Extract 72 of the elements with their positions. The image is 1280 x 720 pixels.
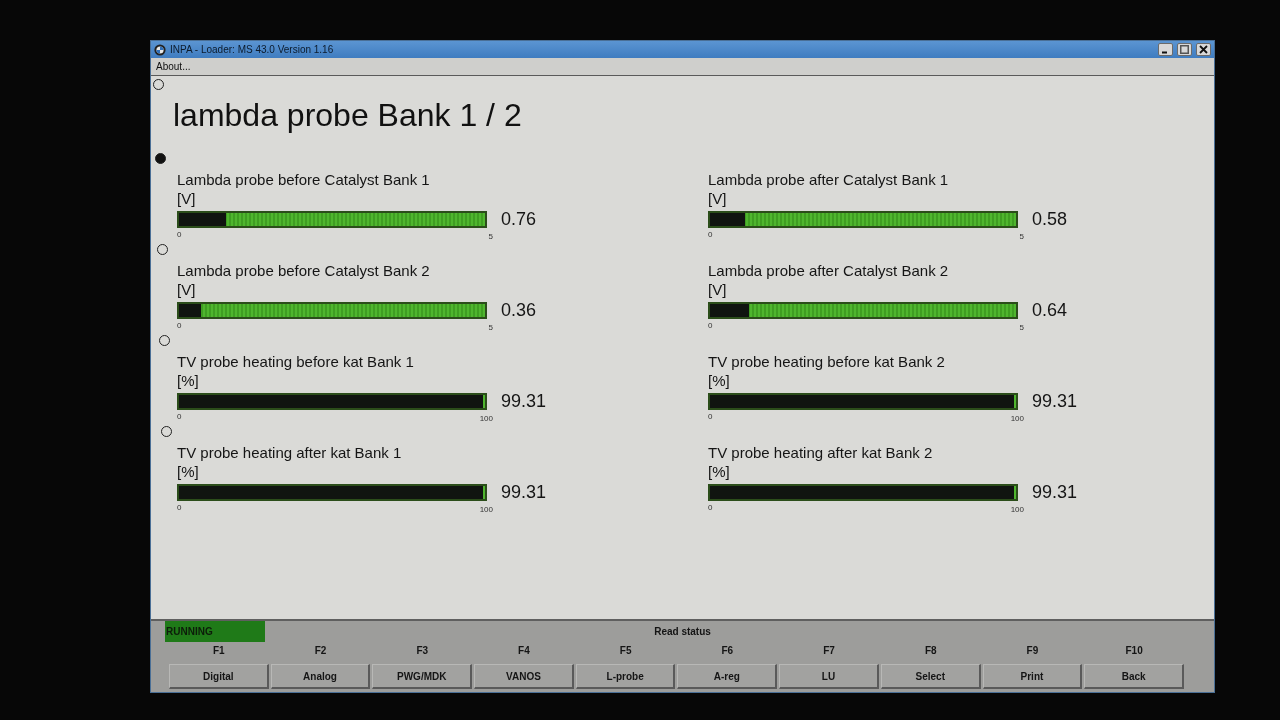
scale-max-label: 5: [488, 232, 493, 242]
gauge-value: 0.76: [501, 208, 537, 230]
gauge-label: Lambda probe before Catalyst Bank 2: [177, 261, 430, 280]
scale-max-label: 5: [488, 323, 493, 333]
page-heading: lambda probe Bank 1 / 2: [173, 96, 523, 134]
menu-item[interactable]: About...: [155, 61, 192, 72]
gauge-value: 99.31: [1032, 481, 1078, 503]
scale-max-label: 100: [1010, 505, 1024, 515]
function-button[interactable]: Back: [1084, 664, 1184, 689]
key-label: F1: [213, 644, 225, 658]
key-label: F8: [924, 644, 937, 658]
unit-label: [V]: [177, 189, 196, 208]
gauge-label: Lambda probe before Catalyst Bank 1: [177, 170, 430, 189]
scale-min-label: 0: [177, 230, 182, 240]
function-button[interactable]: LU: [779, 664, 879, 689]
key-label: F10: [1125, 644, 1143, 658]
scale-max-label: 5: [1019, 232, 1024, 242]
function-button[interactable]: VANOS: [474, 664, 574, 689]
function-button[interactable]: PWG/MDK: [372, 664, 473, 689]
unit-label: [%]: [708, 462, 730, 481]
minimize-button[interactable]: [1158, 43, 1173, 56]
key-label: F5: [619, 644, 632, 658]
key-label: F6: [721, 644, 734, 658]
scale-max-label: 5: [1019, 323, 1024, 333]
function-button[interactable]: Print: [982, 664, 1083, 689]
status-message: Read status: [654, 626, 711, 637]
gauge-value: 99.31: [501, 481, 547, 503]
key-label: F2: [314, 644, 327, 658]
gauge-label: TV probe heating after kat Bank 2: [708, 443, 933, 462]
gauge-value: 99.31: [501, 390, 547, 412]
gauge-label: Lambda probe after Catalyst Bank 1: [708, 170, 949, 189]
scale-max-label: 100: [479, 505, 493, 515]
scale-min-label: 0: [708, 503, 713, 513]
function-button[interactable]: Select: [880, 664, 981, 689]
maximize-button[interactable]: [1177, 43, 1192, 56]
close-button[interactable]: [1196, 43, 1211, 56]
radio-button[interactable]: [155, 153, 166, 164]
scale-min-label: 0: [708, 321, 713, 331]
scale-min-label: 0: [177, 321, 182, 331]
unit-label: [%]: [708, 371, 730, 390]
close-icon: [1199, 45, 1208, 54]
key-label: F9: [1026, 644, 1039, 658]
unit-label: [V]: [708, 189, 727, 208]
unit-label: [%]: [177, 462, 199, 481]
scale-min-label: 0: [708, 230, 713, 240]
gauge-value: 0.64: [1032, 299, 1068, 321]
scale-min-label: 0: [177, 503, 182, 513]
scale-min-label: 0: [708, 412, 713, 422]
function-button[interactable]: A-reg: [677, 664, 778, 689]
function-button[interactable]: L-probe: [575, 664, 676, 689]
window-title: INPA - Loader: MS 43.0 Version 1.16: [170, 44, 335, 55]
key-label: F7: [823, 644, 835, 658]
function-button[interactable]: Analog: [270, 664, 371, 689]
gauge-label: Lambda probe after Catalyst Bank 2: [708, 261, 949, 280]
scale-max-label: 100: [479, 414, 493, 424]
unit-label: [V]: [177, 280, 196, 299]
scale-min-label: 0: [177, 412, 182, 422]
status-indicator: RUNNING: [165, 621, 265, 642]
gauge-value: 0.58: [1032, 208, 1068, 230]
gauge-value: 99.31: [1032, 390, 1078, 412]
maximize-icon: [1180, 45, 1189, 54]
function-button[interactable]: Digital: [169, 664, 269, 689]
key-label: F4: [518, 644, 530, 658]
gauge-label: TV probe heating before kat Bank 2: [708, 352, 945, 371]
gauge-label: TV probe heating before kat Bank 1: [177, 352, 414, 371]
gauge-label: TV probe heating after kat Bank 1: [177, 443, 402, 462]
unit-label: [%]: [177, 371, 199, 390]
scale-max-label: 100: [1010, 414, 1024, 424]
app-logo-icon: [154, 43, 166, 56]
gauge-value: 0.36: [501, 299, 537, 321]
unit-label: [V]: [708, 280, 727, 299]
key-label: F3: [416, 644, 429, 658]
